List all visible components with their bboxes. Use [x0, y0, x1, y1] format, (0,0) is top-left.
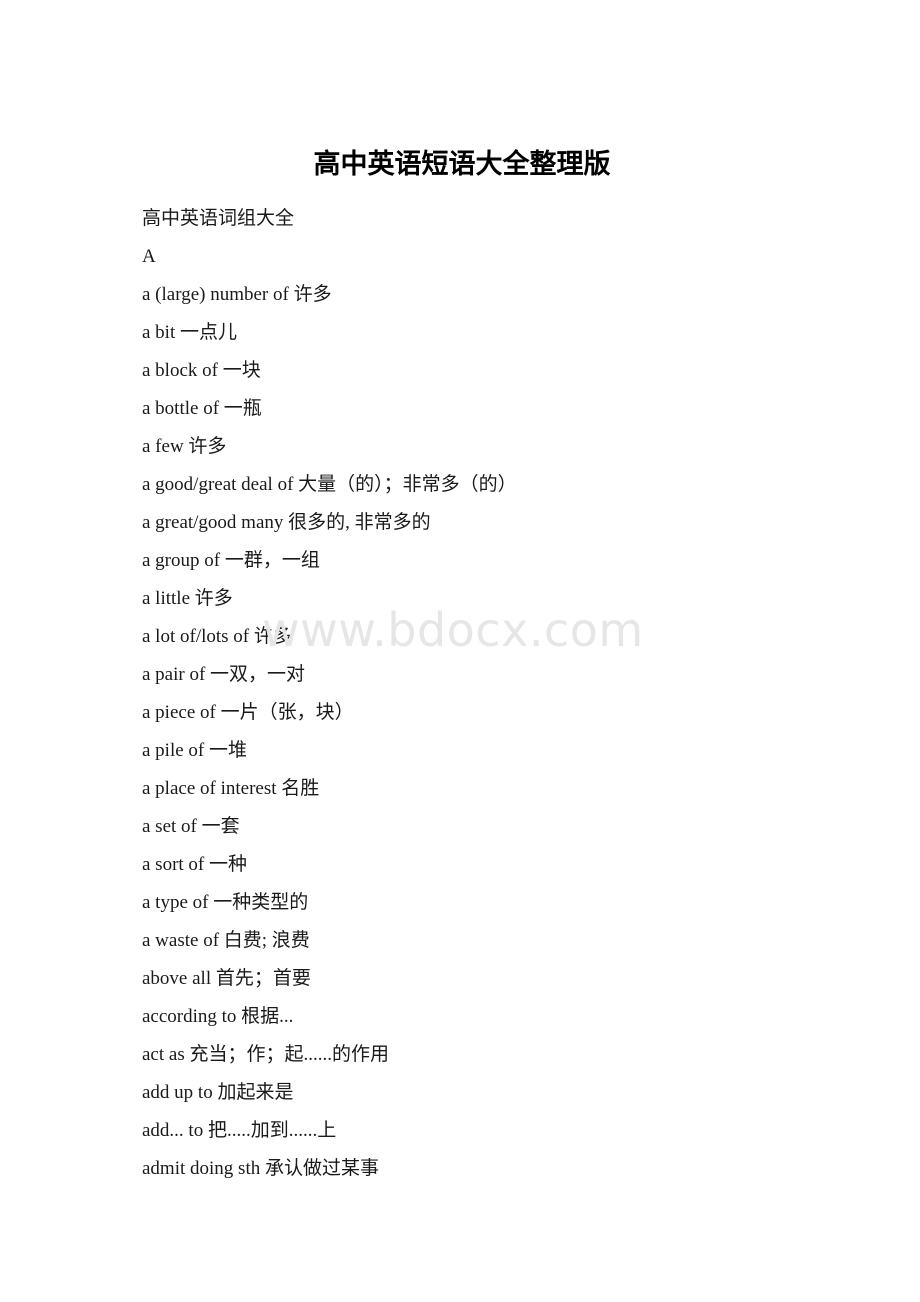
list-item-text: a block of 一块 — [142, 360, 261, 381]
phrase-list: 高中英语词组大全 A a (large) number of 许多 a bit … — [142, 200, 782, 1188]
list-item-text: a little 许多 — [142, 588, 233, 609]
list-item: admit doing sth 承认做过某事 — [142, 1150, 782, 1188]
document-page: 高中英语短语大全整理版 高中英语词组大全 A a (large) number … — [0, 0, 920, 1302]
list-item-text: a bit 一点儿 — [142, 322, 237, 343]
list-item-text: a type of 一种类型的 — [142, 892, 309, 913]
list-item-text: a sort of 一种 — [142, 854, 248, 875]
list-item: a great/good many 很多的, 非常多的 — [142, 504, 782, 542]
list-item-text: A — [142, 246, 156, 267]
list-item: a place of interest 名胜 — [142, 770, 782, 808]
list-item-text: above all 首先；首要 — [142, 968, 311, 989]
list-item: a waste of 白费; 浪费 — [142, 922, 782, 960]
list-item: a few 许多 — [142, 428, 782, 466]
list-item: act as 充当；作；起......的作用 — [142, 1036, 782, 1074]
list-item-text: add... to 把.....加到......上 — [142, 1120, 337, 1141]
page-title: 高中英语短语大全整理版 — [313, 149, 611, 180]
list-item-text: a bottle of 一瓶 — [142, 398, 262, 419]
list-item-text: a few 许多 — [142, 436, 227, 457]
list-item: 高中英语词组大全 — [142, 200, 782, 238]
list-item-text: a waste of 白费; 浪费 — [142, 930, 310, 951]
list-item-text: a good/great deal of 大量（的）；非常多（的） — [142, 474, 517, 495]
list-item-text: a pair of 一双，一对 — [142, 664, 306, 685]
list-item: add... to 把.....加到......上 — [142, 1112, 782, 1150]
list-item-text: a pile of 一堆 — [142, 740, 248, 761]
list-item: a block of 一块 — [142, 352, 782, 390]
list-item-text: admit doing sth 承认做过某事 — [142, 1158, 379, 1179]
list-item-text: add up to 加起来是 — [142, 1082, 294, 1103]
list-item: a type of 一种类型的 — [142, 884, 782, 922]
list-item: a pair of 一双，一对 — [142, 656, 782, 694]
list-item: a good/great deal of 大量（的）；非常多（的） — [142, 466, 782, 504]
list-item: a lot of/lots of 许多 — [142, 618, 782, 656]
list-item: a pile of 一堆 — [142, 732, 782, 770]
list-item: a (large) number of 许多 — [142, 276, 782, 314]
list-item-text: according to 根据... — [142, 1006, 294, 1027]
list-item-text: a lot of/lots of 许多 — [142, 626, 292, 647]
list-item-text: a (large) number of 许多 — [142, 284, 332, 305]
list-item-text: a great/good many 很多的, 非常多的 — [142, 512, 431, 533]
list-item: add up to 加起来是 — [142, 1074, 782, 1112]
list-item-text: act as 充当；作；起......的作用 — [142, 1044, 389, 1065]
list-item-text: a place of interest 名胜 — [142, 778, 320, 799]
list-item: according to 根据... — [142, 998, 782, 1036]
list-item: a piece of 一片（张，块） — [142, 694, 782, 732]
list-item: A — [142, 238, 782, 276]
list-item: a bottle of 一瓶 — [142, 390, 782, 428]
list-item-text: a piece of 一片（张，块） — [142, 702, 354, 723]
list-item: a little 许多 — [142, 580, 782, 618]
list-item: a sort of 一种 — [142, 846, 782, 884]
list-item: a bit 一点儿 — [142, 314, 782, 352]
list-item-text: a set of 一套 — [142, 816, 240, 837]
list-item-text: 高中英语词组大全 — [142, 208, 295, 229]
list-item: a set of 一套 — [142, 808, 782, 846]
list-item: above all 首先；首要 — [142, 960, 782, 998]
list-item: a group of 一群，一组 — [142, 542, 782, 580]
list-item-text: a group of 一群，一组 — [142, 550, 320, 571]
